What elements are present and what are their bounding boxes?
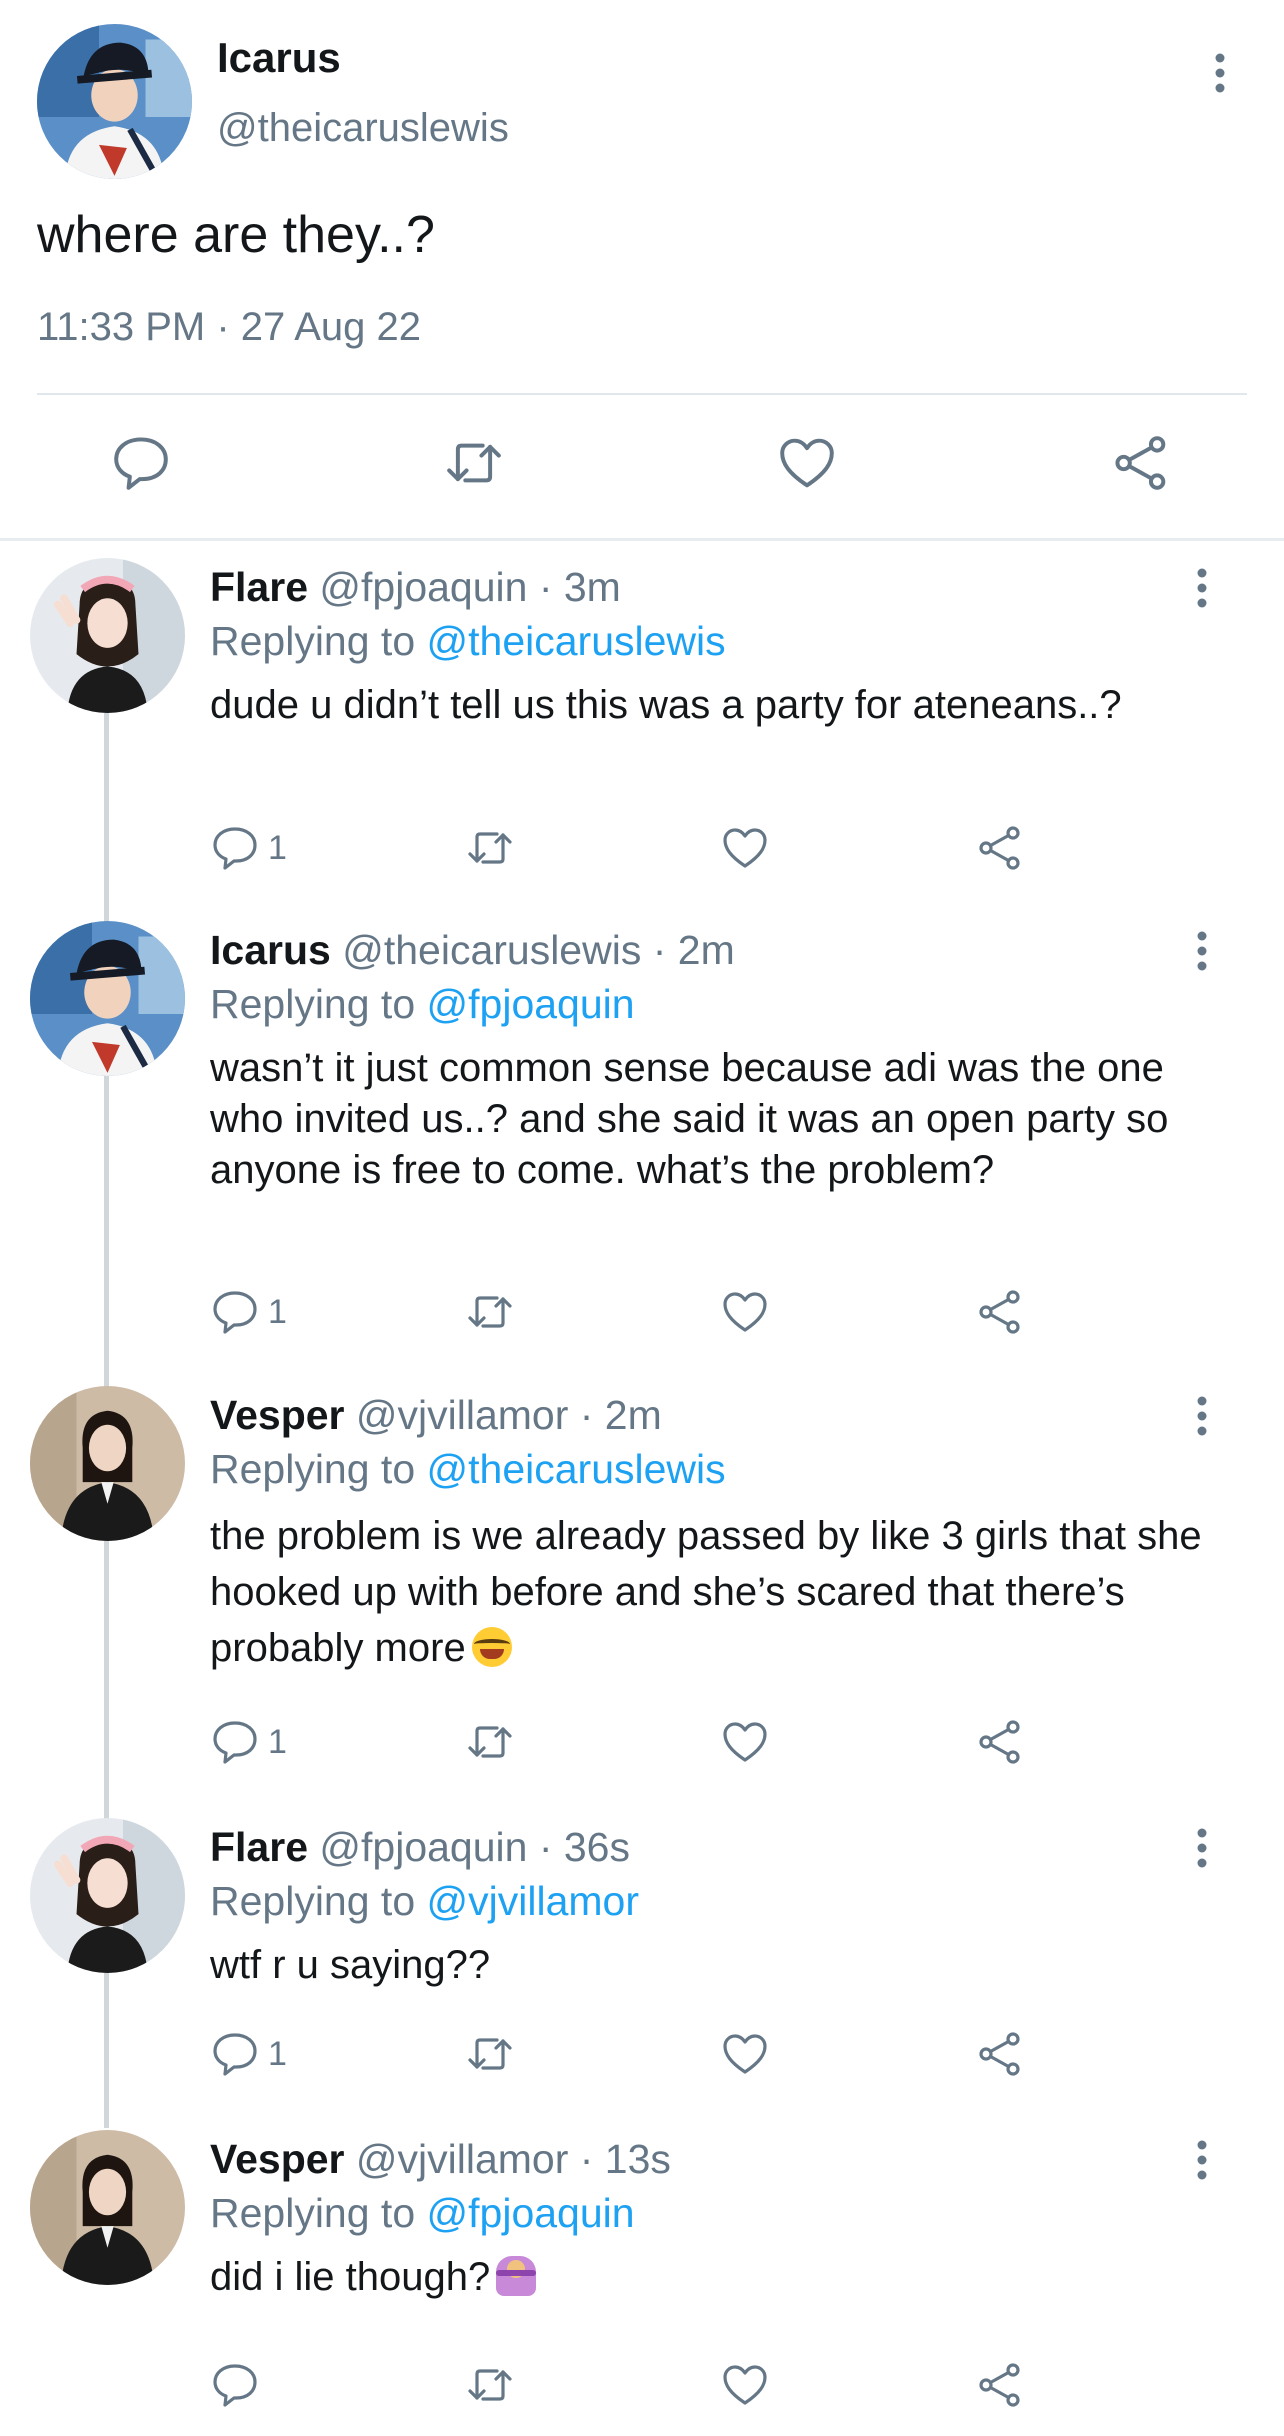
- reply-button[interactable]: 1: [210, 1714, 287, 1770]
- reply-author-name[interactable]: Flare: [210, 564, 308, 610]
- reply-text: wtf r u saying??: [210, 1943, 491, 1987]
- reply-author-name[interactable]: Icarus: [210, 927, 331, 973]
- reply-author-name[interactable]: Vesper: [210, 1392, 345, 1438]
- reply-count: 1: [268, 1292, 287, 1331]
- reply-avatar[interactable]: [30, 921, 185, 1076]
- share-icon[interactable]: [975, 2026, 1025, 2082]
- reply-avatar[interactable]: [30, 1818, 185, 1973]
- replying-to: Replying to @theicaruslewis: [210, 618, 726, 665]
- like-icon[interactable]: [720, 2357, 770, 2413]
- reply-text: did i lie though?: [210, 2252, 1220, 2303]
- reply-count: 1: [268, 828, 287, 867]
- reply-button[interactable]: 1: [210, 1284, 287, 1340]
- reply-author-name[interactable]: Vesper: [210, 2136, 345, 2182]
- share-icon[interactable]: [975, 1284, 1025, 1340]
- share-icon[interactable]: [1110, 432, 1172, 494]
- reply-meta: @fpjoaquin · 36s: [319, 1824, 630, 1870]
- reply-avatar[interactable]: [30, 558, 185, 713]
- reply-button[interactable]: 1: [210, 820, 287, 876]
- reply-header: Icarus @theicaruslewis · 2m: [210, 927, 735, 974]
- replying-to: Replying to @vjvillamor: [210, 1878, 639, 1925]
- reply-action-bar: [210, 2357, 1110, 2413]
- reply-meta: @fpjoaquin · 3m: [319, 564, 621, 610]
- laughing-tears-emoji: [471, 1627, 512, 1667]
- reply-meta: @vjvillamor · 2m: [355, 1392, 662, 1438]
- reply-text: the problem is we already passed by like…: [210, 1508, 1220, 1676]
- reply-icon: [213, 2364, 257, 2407]
- retweet-icon[interactable]: [465, 820, 515, 876]
- reply-button[interactable]: 1: [210, 2026, 287, 2082]
- reply-meta: @theicaruslewis · 2m: [342, 927, 735, 973]
- replying-to-label: Replying to: [210, 981, 416, 1027]
- main-tweet-text: where are they..?: [37, 206, 435, 264]
- reply-header: Flare @fpjoaquin · 3m: [210, 564, 621, 611]
- reply-icon: [213, 1291, 257, 1334]
- share-icon[interactable]: [975, 820, 1025, 876]
- more-options-icon[interactable]: [1182, 1390, 1222, 1442]
- reply-action-bar: 1: [210, 2026, 1110, 2082]
- reply-button[interactable]: [210, 2357, 268, 2413]
- more-options-icon[interactable]: [1200, 48, 1240, 98]
- mention-link[interactable]: @theicaruslewis: [427, 1446, 726, 1492]
- reply-header: Flare @fpjoaquin · 36s: [210, 1824, 630, 1871]
- mention-link[interactable]: @fpjoaquin: [427, 981, 635, 1027]
- mention-link[interactable]: @theicaruslewis: [427, 618, 726, 664]
- divider: [37, 393, 1247, 395]
- more-options-icon[interactable]: [1182, 562, 1222, 614]
- replying-to: Replying to @fpjoaquin: [210, 2190, 635, 2237]
- reply-avatar[interactable]: [30, 1386, 185, 1541]
- person-shrugging-emoji: [496, 2256, 537, 2296]
- main-tweet-avatar[interactable]: [37, 24, 192, 179]
- reply-icon: [213, 1721, 257, 1764]
- replying-to: Replying to @fpjoaquin: [210, 981, 635, 1028]
- reply-icon: [213, 2033, 257, 2076]
- reply-header: Vesper @vjvillamor · 13s: [210, 2136, 671, 2183]
- reply-action-bar: 1: [210, 1284, 1110, 1340]
- replying-to-label: Replying to: [210, 1878, 416, 1924]
- main-tweet-timestamp: 11:33 PM · 27 Aug 22: [37, 305, 421, 349]
- replying-to: Replying to @theicaruslewis: [210, 1446, 726, 1493]
- like-icon[interactable]: [720, 820, 770, 876]
- reply-count: 1: [268, 1722, 287, 1761]
- share-icon[interactable]: [975, 1714, 1025, 1770]
- replying-to-label: Replying to: [210, 2190, 416, 2236]
- section-divider: [0, 538, 1284, 541]
- more-options-icon[interactable]: [1182, 925, 1222, 977]
- like-icon[interactable]: [776, 432, 838, 494]
- reply-action-bar: 1: [210, 820, 1110, 876]
- reply-meta: @vjvillamor · 13s: [355, 2136, 671, 2182]
- mention-link[interactable]: @vjvillamor: [427, 1878, 639, 1924]
- reply-icon: [213, 827, 257, 870]
- retweet-icon[interactable]: [443, 432, 505, 494]
- more-options-icon[interactable]: [1182, 2134, 1222, 2186]
- mention-link[interactable]: @fpjoaquin: [427, 2190, 635, 2236]
- replying-to-label: Replying to: [210, 1446, 416, 1492]
- main-tweet-author-name[interactable]: Icarus: [217, 34, 341, 82]
- replying-to-label: Replying to: [210, 618, 416, 664]
- retweet-icon[interactable]: [465, 1714, 515, 1770]
- share-icon[interactable]: [975, 2357, 1025, 2413]
- reply-text-content: the problem is we already passed by like…: [210, 1514, 1202, 1670]
- reply-text-content: did i lie though?: [210, 2255, 491, 2299]
- reply-icon[interactable]: [110, 432, 172, 494]
- reply-count: 1: [268, 2034, 287, 2073]
- retweet-icon[interactable]: [465, 1284, 515, 1340]
- retweet-icon[interactable]: [465, 2026, 515, 2082]
- reply-text: dude u didn’t tell us this was a party f…: [210, 683, 1122, 727]
- reply-author-name[interactable]: Flare: [210, 1824, 308, 1870]
- reply-header: Vesper @vjvillamor · 2m: [210, 1392, 662, 1439]
- reply-text: wasn’t it just common sense because adi …: [210, 1046, 1169, 1192]
- like-icon[interactable]: [720, 2026, 770, 2082]
- like-icon[interactable]: [720, 1714, 770, 1770]
- main-tweet-author-handle[interactable]: @theicaruslewis: [217, 106, 509, 151]
- like-icon[interactable]: [720, 1284, 770, 1340]
- more-options-icon[interactable]: [1182, 1822, 1222, 1874]
- retweet-icon[interactable]: [465, 2357, 515, 2413]
- reply-action-bar: 1: [210, 1714, 1110, 1770]
- reply-avatar[interactable]: [30, 2130, 185, 2285]
